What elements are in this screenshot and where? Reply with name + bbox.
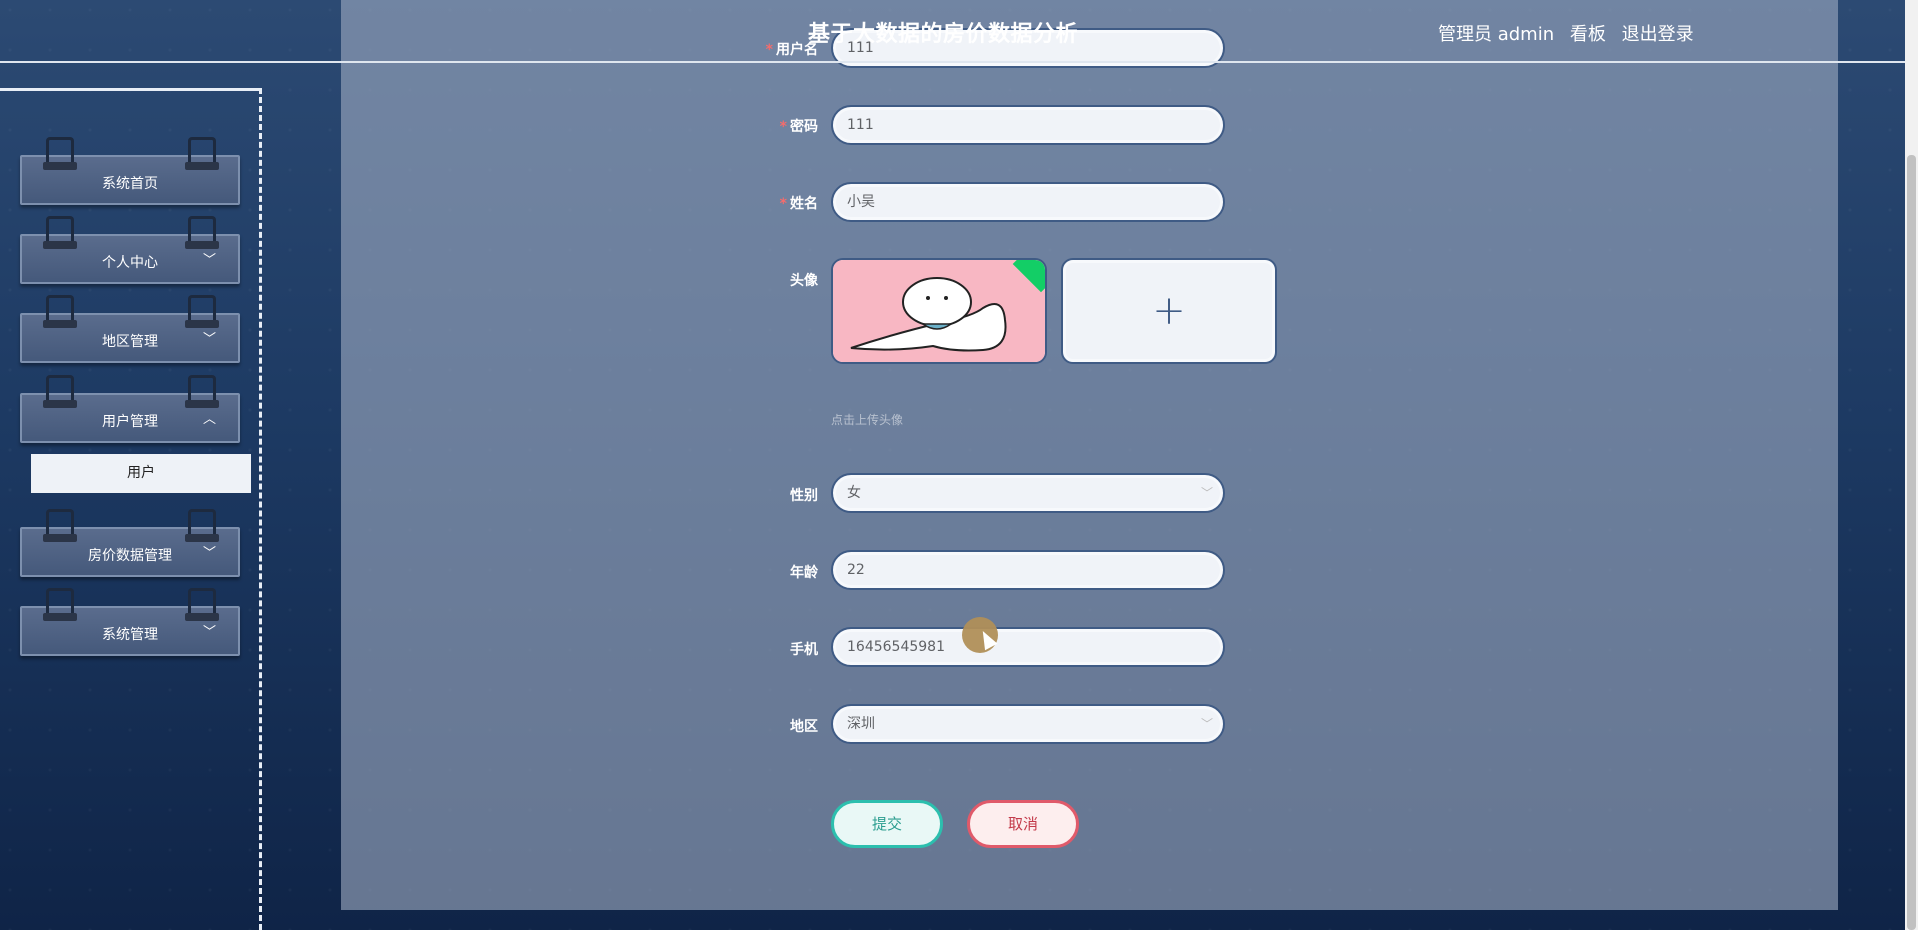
sidebar-item-user-management[interactable]: 用户管理 ︿: [20, 375, 240, 443]
password-label: * 密码: [779, 119, 818, 135]
binder-clip-icon: [43, 295, 77, 328]
name-field[interactable]: 小吴: [831, 182, 1225, 222]
header-actions: 管理员 admin 看板 退出登录: [1438, 20, 1704, 46]
chevron-down-icon: ﹀: [202, 625, 216, 640]
chevron-down-icon: ﹀: [202, 253, 216, 268]
submit-button[interactable]: 提交: [831, 800, 943, 848]
gender-label: 性别: [790, 488, 818, 504]
cancel-button[interactable]: 取消: [967, 800, 1079, 848]
gender-select[interactable]: 女 ﹀: [831, 473, 1225, 513]
binder-clip-icon: [185, 588, 219, 621]
binder-clip-icon: [185, 137, 219, 170]
chevron-down-icon: ﹀: [202, 332, 216, 347]
sidebar-item-home[interactable]: 系统首页: [20, 137, 240, 205]
logout-link[interactable]: 退出登录: [1622, 24, 1694, 45]
age-field[interactable]: 22: [831, 550, 1225, 590]
avatar-hint: 点击上传头像: [831, 413, 904, 427]
header-divider: [0, 61, 1905, 63]
binder-clip-icon: [43, 137, 77, 170]
sidebar-item-personal-center[interactable]: 个人中心 ﹀: [20, 216, 240, 284]
binder-clip-icon: [43, 216, 77, 249]
phone-field[interactable]: 16456545981: [831, 627, 1225, 667]
avatar-label: 头像: [790, 273, 818, 289]
user-label: 管理员 admin: [1438, 24, 1555, 45]
dashboard-link[interactable]: 看板: [1570, 24, 1606, 45]
region-value: 深圳: [847, 716, 875, 732]
avatar-upload-button[interactable]: +: [1061, 258, 1277, 364]
region-label: 地区: [790, 719, 818, 735]
sidebar-item-house-price-management[interactable]: 房价数据管理 ﹀: [20, 509, 240, 577]
chevron-down-icon: ﹀: [202, 546, 216, 561]
binder-clip-icon: [43, 588, 77, 621]
age-label: 年龄: [790, 565, 818, 581]
sidebar: 系统首页 个人中心 ﹀ 地区管理 ﹀ 用户管理 ︿ 用户 房价数据管理 ﹀ 系统…: [0, 88, 262, 930]
app-title: 基于大数据的房价数据分析: [808, 22, 1079, 47]
chevron-down-icon: ﹀: [1200, 717, 1213, 731]
plus-icon: +: [1152, 288, 1186, 334]
avatar-image: [833, 260, 1045, 362]
password-field[interactable]: 111: [831, 105, 1225, 145]
sidebar-item-region-management[interactable]: 地区管理 ﹀: [20, 295, 240, 363]
name-label: * 姓名: [779, 196, 818, 212]
chevron-up-icon: ︿: [202, 412, 216, 427]
avatar-thumbnail[interactable]: [831, 258, 1047, 364]
binder-clip-icon: [185, 375, 219, 408]
scrollbar-thumb[interactable]: [1907, 155, 1916, 930]
binder-clip-icon: [185, 216, 219, 249]
gender-value: 女: [847, 485, 861, 501]
page-scrollbar[interactable]: [1905, 0, 1918, 930]
chevron-down-icon: ﹀: [1200, 486, 1213, 500]
phone-label: 手机: [790, 642, 818, 658]
form-panel: * 用户名 111 * 密码 111 * 姓名 小吴 头像 + 点击上传头像 性别 女…: [341, 0, 1838, 910]
binder-clip-icon: [43, 375, 77, 408]
top-header: 基于大数据的房价数据分析 管理员 admin 看板 退出登录: [0, 0, 1918, 63]
binder-clip-icon: [43, 509, 77, 542]
binder-clip-icon: [185, 509, 219, 542]
region-select[interactable]: 深圳 ﹀: [831, 704, 1225, 744]
binder-clip-icon: [185, 295, 219, 328]
sidebar-subitem-user[interactable]: 用户: [31, 454, 251, 493]
sidebar-item-system-management[interactable]: 系统管理 ﹀: [20, 588, 240, 656]
